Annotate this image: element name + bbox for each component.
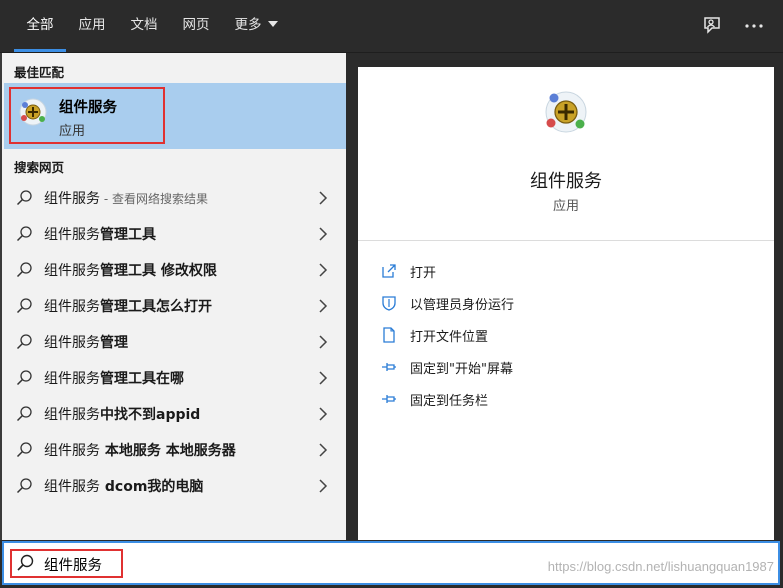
- pin-icon: [382, 363, 396, 371]
- chevron-right-icon[interactable]: [318, 191, 328, 205]
- action-open-file-location-label: 打开文件位置: [410, 330, 489, 345]
- tab-documents[interactable]: 文档: [124, 0, 164, 52]
- web-result-prefix: 组件服务: [44, 227, 100, 243]
- chevron-right-icon[interactable]: [318, 479, 328, 493]
- web-result-bold: 中找不到appid: [100, 407, 201, 423]
- detail-subtitle: 应用: [552, 199, 579, 214]
- search-icon: [16, 226, 32, 242]
- web-result-prefix: 组件服务: [44, 299, 100, 315]
- action-run-as-admin-label: 以管理员身份运行: [410, 298, 515, 313]
- web-result-item[interactable]: 组件服务中找不到appid: [4, 396, 346, 432]
- detail-title: 组件服务: [530, 171, 602, 192]
- web-result-text: 组件服务管理: [44, 332, 128, 352]
- tab-all-label: 全部: [26, 17, 54, 33]
- open-icon: [382, 264, 396, 278]
- search-icon: [16, 478, 32, 494]
- web-result-text: 组件服务管理工具怎么打开: [44, 296, 212, 316]
- tab-documents-label: 文档: [130, 17, 158, 33]
- web-result-bold: 管理工具 修改权限: [100, 263, 217, 279]
- search-icon: [16, 298, 32, 314]
- web-result-bold: 本地服务 本地服务器: [100, 443, 236, 459]
- component-services-large-icon: [545, 91, 587, 133]
- web-result-prefix: 组件服务: [44, 191, 100, 207]
- web-result-bold: 管理工具怎么打开: [100, 299, 212, 315]
- web-result-item[interactable]: 组件服务管理工具: [4, 216, 346, 252]
- search-icon: [16, 190, 32, 206]
- chevron-right-icon[interactable]: [318, 407, 328, 421]
- web-result-prefix: 组件服务: [44, 479, 100, 495]
- web-result-bold: 管理工具: [100, 227, 156, 243]
- web-result-text: 组件服务 - 查看网络搜索结果: [44, 188, 208, 208]
- annotation-box: [10, 549, 123, 578]
- action-pin-to-taskbar-label: 固定到任务栏: [410, 394, 489, 409]
- action-pin-to-start-label: 固定到"开始"屏幕: [410, 362, 513, 377]
- shield-icon: [382, 296, 396, 311]
- search-icon: [16, 334, 32, 350]
- tab-all[interactable]: 全部: [14, 0, 66, 52]
- chevron-right-icon[interactable]: [318, 227, 328, 241]
- watermark: https://blog.csdn.net/lishuangquan1987: [547, 559, 774, 574]
- top-nav-bar: 全部 应用 文档 网页 更多: [0, 0, 783, 53]
- web-result-prefix: 组件服务: [44, 443, 100, 459]
- search-icon: [16, 442, 32, 458]
- tab-web[interactable]: 网页: [176, 0, 216, 52]
- chevron-right-icon[interactable]: [318, 299, 328, 313]
- web-result-hint: - 查看网络搜索结果: [100, 192, 208, 206]
- web-result-prefix: 组件服务: [44, 407, 100, 423]
- web-result-text: 组件服务中找不到appid: [44, 404, 200, 424]
- chevron-right-icon[interactable]: [318, 263, 328, 277]
- best-match-header: 最佳匹配: [14, 65, 65, 80]
- web-result-text: 组件服务 本地服务 本地服务器: [44, 440, 236, 460]
- web-result-item[interactable]: 组件服务管理: [4, 324, 346, 360]
- action-open-label: 打开: [410, 266, 437, 281]
- chevron-right-icon[interactable]: [318, 335, 328, 349]
- web-result-item[interactable]: 组件服务 本地服务 本地服务器: [4, 432, 346, 468]
- web-result-bold: 管理工具在哪: [100, 371, 184, 387]
- web-result-item[interactable]: 组件服务 dcom我的电脑: [4, 468, 346, 504]
- web-result-bold: dcom我的电脑: [100, 479, 204, 495]
- divider: [358, 240, 774, 241]
- pin-icon: [382, 395, 396, 403]
- chevron-right-icon[interactable]: [318, 443, 328, 457]
- search-icon: [16, 406, 32, 422]
- results-pane: 最佳匹配 组件服务 应用 搜索网页 组件服务 - 查看网络搜索结果 组件服务管理工…: [2, 53, 346, 540]
- more-options-icon[interactable]: [742, 14, 766, 38]
- web-result-text: 组件服务管理工具在哪: [44, 368, 184, 388]
- web-result-item[interactable]: 组件服务管理工具怎么打开: [4, 288, 346, 324]
- search-bar[interactable]: 组件服务 https://blog.csdn.net/lishuangquan1…: [2, 541, 780, 585]
- file-location-icon: [383, 327, 395, 343]
- web-result-prefix: 组件服务: [44, 263, 100, 279]
- tab-more-label: 更多: [234, 17, 262, 33]
- chevron-down-icon: [267, 21, 278, 27]
- tab-apps[interactable]: 应用: [72, 0, 112, 52]
- web-result-text: 组件服务管理工具: [44, 224, 156, 244]
- tab-web-label: 网页: [182, 17, 210, 33]
- search-icon: [16, 370, 32, 386]
- tab-apps-label: 应用: [78, 17, 106, 33]
- detail-pane: 组件服务 应用 打开 以管理员身份运行 打开文件位置 固定到"开始"屏幕 固定到…: [358, 67, 774, 540]
- web-result-item[interactable]: 组件服务管理工具 修改权限: [4, 252, 346, 288]
- web-result-text: 组件服务 dcom我的电脑: [44, 476, 203, 496]
- feedback-icon[interactable]: [700, 14, 724, 38]
- tab-more[interactable]: 更多: [228, 0, 284, 52]
- chevron-right-icon[interactable]: [318, 371, 328, 385]
- search-icon: [16, 262, 32, 278]
- web-result-prefix: 组件服务: [44, 371, 100, 387]
- web-result-bold: 管理: [100, 335, 128, 351]
- web-result-prefix: 组件服务: [44, 335, 100, 351]
- web-result-item[interactable]: 组件服务管理工具在哪: [4, 360, 346, 396]
- web-result-text: 组件服务管理工具 修改权限: [44, 260, 217, 280]
- search-web-header: 搜索网页: [14, 160, 65, 175]
- web-result-item[interactable]: 组件服务 - 查看网络搜索结果: [4, 180, 346, 216]
- annotation-box: [9, 87, 165, 144]
